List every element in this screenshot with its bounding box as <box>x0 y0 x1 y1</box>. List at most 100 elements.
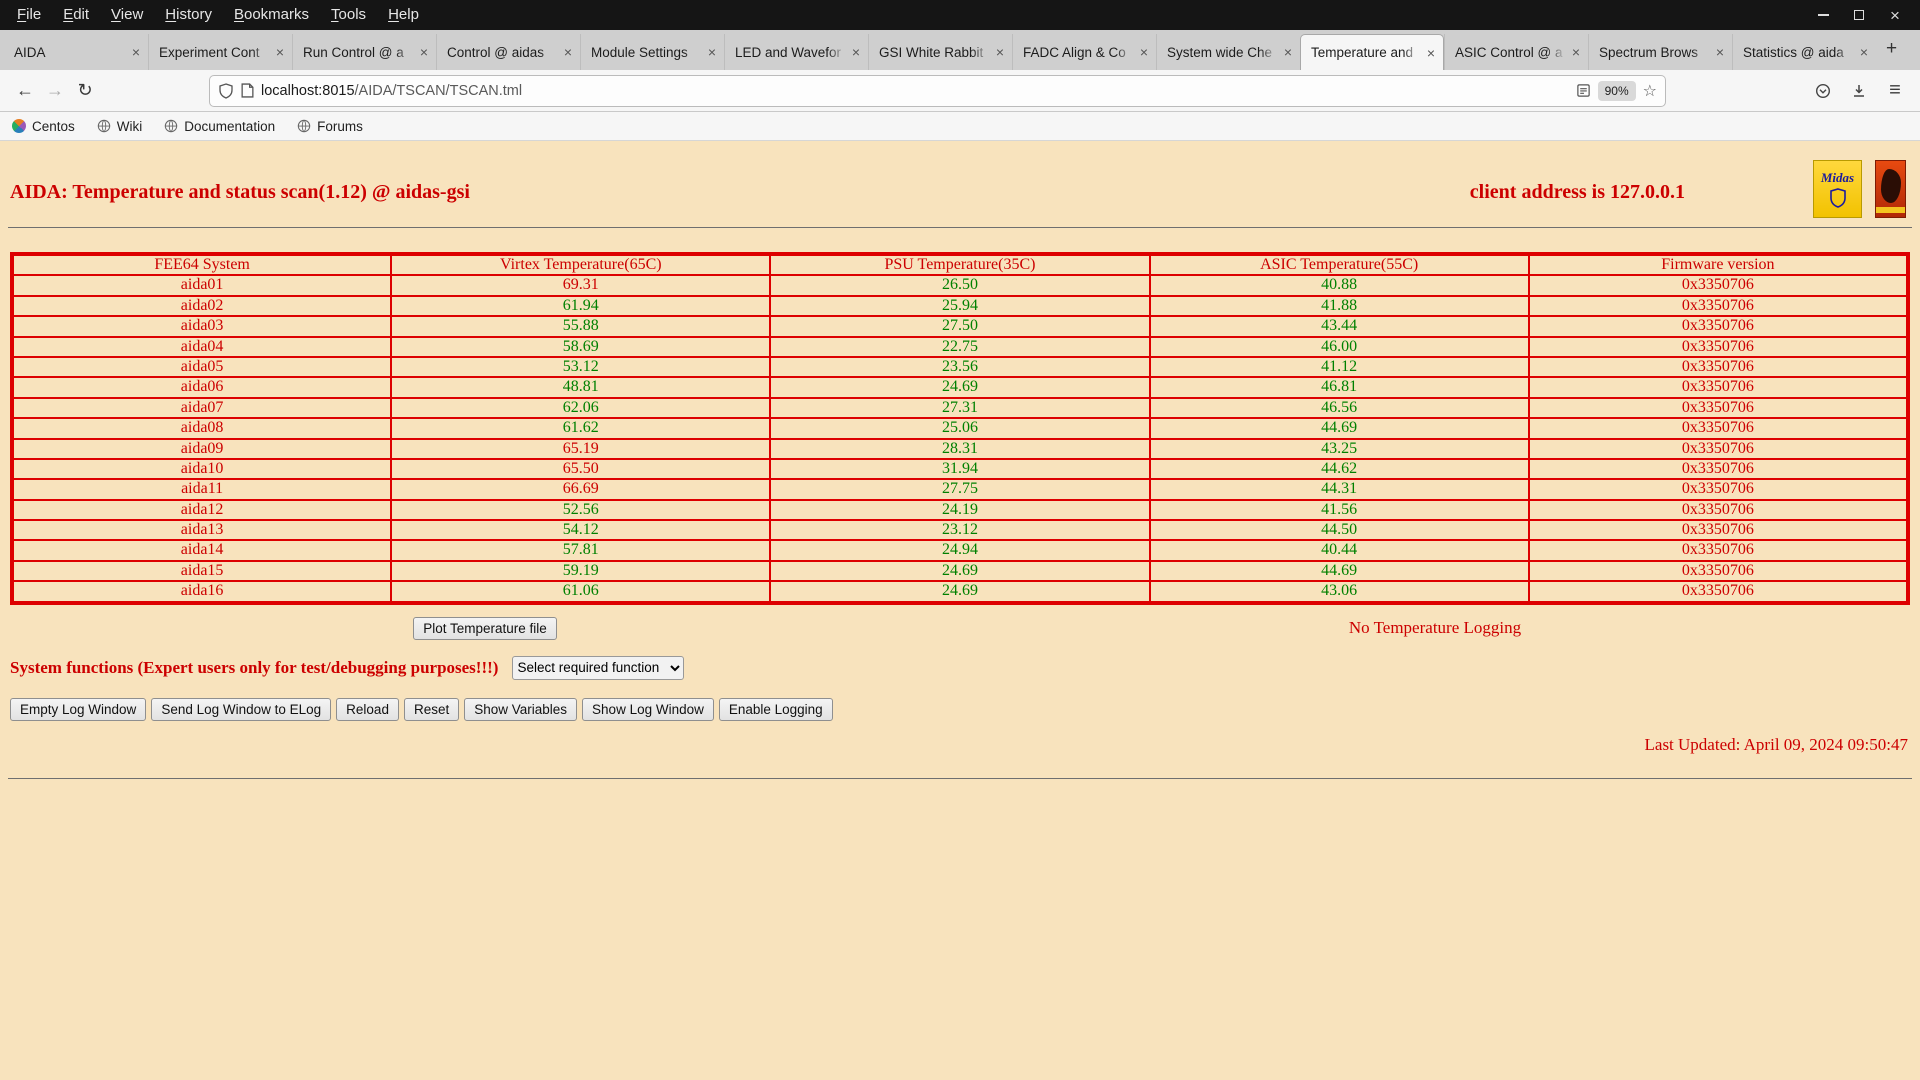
table-row: aida02 61.94 25.94 41.88 0x3350706 <box>10 294 1910 318</box>
menu-view[interactable]: View <box>100 0 154 30</box>
cell-system: aida01 <box>10 274 393 297</box>
maximize-icon <box>1854 10 1864 20</box>
tab[interactable]: Statistics @ aida × <box>1732 34 1876 70</box>
cell-firmware: 0x3350706 <box>1527 457 1910 481</box>
table-row: aida04 58.69 22.75 46.00 0x3350706 <box>10 335 1910 358</box>
tab-close-icon[interactable]: × <box>1140 44 1148 60</box>
tab-close-icon[interactable]: × <box>1572 44 1580 60</box>
maximize-button[interactable] <box>1846 2 1872 28</box>
tab[interactable]: Run Control @ a × <box>292 34 436 70</box>
menu-bookmarks[interactable]: Bookmarks <box>223 0 320 30</box>
cell-virtex-temp: 61.06 <box>390 580 772 604</box>
reader-view-icon[interactable] <box>1576 83 1591 98</box>
midas-shield-icon <box>1829 188 1846 208</box>
cell-system: aida08 <box>10 417 393 440</box>
table-row: aida09 65.19 28.31 43.25 0x3350706 <box>10 437 1910 460</box>
tab[interactable]: AIDA × <box>4 34 148 70</box>
tab-close-icon[interactable]: × <box>1716 44 1724 60</box>
bookmark-documentation[interactable]: Documentation <box>164 119 275 134</box>
tab-close-icon[interactable]: × <box>420 44 428 60</box>
tab-close-icon[interactable]: × <box>1427 45 1435 61</box>
shield-icon[interactable] <box>218 82 234 99</box>
bookmark-label: Wiki <box>116 118 143 134</box>
plot-temperature-button[interactable]: Plot Temperature file <box>413 616 557 640</box>
tab[interactable]: Spectrum Brows × <box>1588 34 1732 70</box>
button-show-log-window[interactable]: Show Log Window <box>582 697 714 721</box>
button-enable-logging[interactable]: Enable Logging <box>718 697 833 721</box>
tab-label: Statistics @ aida <box>1743 44 1844 60</box>
tab-label: AIDA <box>14 44 46 60</box>
back-button[interactable]: ← <box>10 76 40 106</box>
tab[interactable]: Control @ aidas × <box>436 34 580 70</box>
page-info-icon[interactable] <box>241 83 254 98</box>
minimize-button[interactable] <box>1810 2 1836 28</box>
tab-label: Experiment Cont <box>159 44 260 60</box>
tab-close-icon[interactable]: × <box>852 44 860 60</box>
tab[interactable]: GSI White Rabbit × <box>868 34 1012 70</box>
bookmark-centos[interactable]: Centos <box>12 119 75 134</box>
bookmark-wiki[interactable]: Wiki <box>97 118 143 134</box>
tab-close-icon[interactable]: × <box>996 44 1004 60</box>
centos-icon <box>12 119 26 133</box>
button-show-variables[interactable]: Show Variables <box>464 697 578 721</box>
button-send-log-window-to-elog[interactable]: Send Log Window to ELog <box>151 697 332 721</box>
bookmark-star-icon[interactable]: ☆ <box>1643 81 1657 101</box>
table-row: aida08 61.62 25.06 44.69 0x3350706 <box>10 417 1910 440</box>
tab[interactable]: FADC Align & Co × <box>1012 34 1156 70</box>
cell-firmware: 0x3350706 <box>1527 580 1910 604</box>
new-tab-button[interactable]: + <box>1876 38 1907 63</box>
cell-psu-temp: 26.50 <box>769 274 1151 297</box>
forward-button[interactable]: → <box>40 76 70 106</box>
menu-help[interactable]: Help <box>377 0 430 30</box>
pocket-icon[interactable] <box>1808 76 1838 106</box>
tab[interactable]: Experiment Cont × <box>148 34 292 70</box>
cell-firmware: 0x3350706 <box>1527 437 1910 460</box>
tab-label: ASIC Control @ a <box>1455 44 1563 60</box>
tab[interactable]: Module Settings × <box>580 34 724 70</box>
cell-system: aida14 <box>10 539 393 562</box>
zoom-indicator[interactable]: 90% <box>1597 80 1636 101</box>
cell-psu-temp: 23.56 <box>769 355 1151 379</box>
tab-close-icon[interactable]: × <box>1284 44 1292 60</box>
menu-tools[interactable]: Tools <box>320 0 377 30</box>
cell-asic-temp: 44.50 <box>1148 519 1530 542</box>
downloads-icon[interactable] <box>1844 76 1874 106</box>
button-reset[interactable]: Reset <box>403 697 460 721</box>
bookmark-forums[interactable]: Forums <box>297 119 363 134</box>
cell-asic-temp: 44.62 <box>1148 457 1530 481</box>
tab-close-icon[interactable]: × <box>132 44 140 60</box>
close-button[interactable]: × <box>1882 2 1908 28</box>
menu-file[interactable]: File <box>6 0 52 30</box>
menu-history[interactable]: History <box>154 0 223 30</box>
cell-psu-temp: 24.94 <box>769 539 1151 562</box>
tab-close-icon[interactable]: × <box>708 44 716 60</box>
table-row: aida01 69.31 26.50 40.88 0x3350706 <box>10 274 1910 297</box>
function-select[interactable]: Select required function <box>512 655 685 680</box>
tab[interactable]: System wide Che × <box>1156 34 1300 70</box>
menu-hamburger-icon[interactable]: ≡ <box>1880 76 1910 106</box>
cell-psu-temp: 25.06 <box>769 417 1151 440</box>
menu-edit[interactable]: Edit <box>52 0 100 30</box>
cell-psu-temp: 27.75 <box>769 478 1151 501</box>
tab[interactable]: Temperature and × <box>1300 34 1444 70</box>
tab[interactable]: ASIC Control @ a × <box>1444 34 1588 70</box>
tab-close-icon[interactable]: × <box>276 44 284 60</box>
url-text[interactable]: localhost:8015/AIDA/TSCAN/TSCAN.tml <box>261 83 1569 99</box>
url-bar[interactable]: localhost:8015/AIDA/TSCAN/TSCAN.tml 90% … <box>210 75 1665 106</box>
table-row: aida13 54.12 23.12 44.50 0x3350706 <box>10 519 1910 542</box>
cell-firmware: 0x3350706 <box>1527 478 1910 501</box>
bookmark-label: Forums <box>317 118 363 134</box>
firebird-figure-icon <box>1881 169 1901 203</box>
cell-firmware: 0x3350706 <box>1527 417 1910 440</box>
tab-label: Control @ aidas <box>447 44 544 60</box>
globe-icon <box>97 119 111 133</box>
cell-virtex-temp: 57.81 <box>390 539 772 562</box>
tab-close-icon[interactable]: × <box>564 44 572 60</box>
below-table-row: Plot Temperature file No Temperature Log… <box>10 616 1910 640</box>
tab[interactable]: LED and Wavefor × <box>724 34 868 70</box>
button-empty-log-window[interactable]: Empty Log Window <box>10 697 147 721</box>
page-header: AIDA: Temperature and status scan(1.12) … <box>10 141 1910 204</box>
button-reload[interactable]: Reload <box>336 697 399 721</box>
tab-close-icon[interactable]: × <box>1860 44 1868 60</box>
reload-button[interactable]: ↻ <box>70 76 100 106</box>
